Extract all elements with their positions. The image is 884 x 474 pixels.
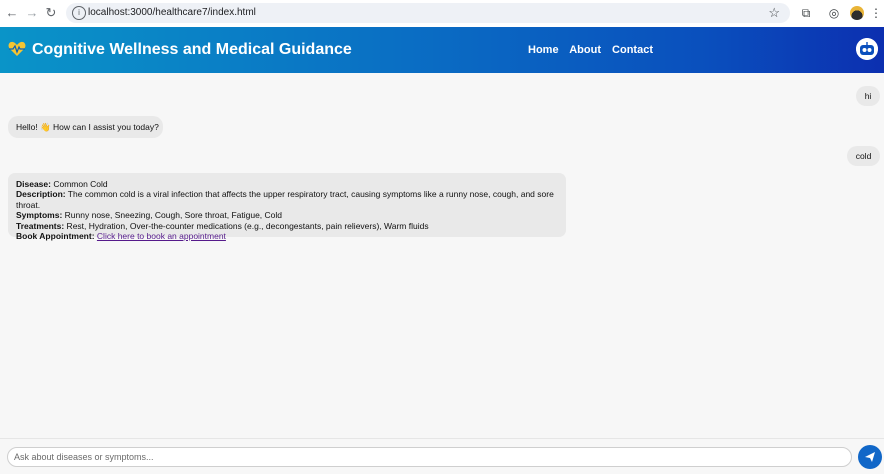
extension-icon[interactable]: ◎ — [826, 5, 842, 21]
browser-toolbar: ← → ↻ i localhost:3000/healthcare7/index… — [0, 0, 884, 28]
disease-label: Disease: — [16, 179, 51, 189]
address-url[interactable]: localhost:3000/healthcare7/index.html — [88, 7, 256, 18]
reload-icon[interactable]: ↻ — [43, 5, 59, 21]
app-title: Cognitive Wellness and Medical Guidance — [32, 41, 352, 58]
book-appointment-link[interactable]: Click here to book an appointment — [97, 231, 226, 241]
menu-kebab-icon[interactable]: ⋮ — [868, 5, 884, 21]
profile-avatar[interactable] — [850, 6, 864, 20]
bookmark-star-icon[interactable]: ☆ — [768, 5, 780, 21]
disease-line: Disease: Common Cold — [16, 179, 558, 189]
description-line: Description: The common cold is a viral … — [16, 189, 558, 210]
appointment-line: Book Appointment: Click here to book an … — [16, 231, 558, 241]
symptoms-value: Runny nose, Sneezing, Cough, Sore throat… — [62, 210, 283, 221]
chat-input[interactable] — [7, 447, 852, 467]
treatments-value: Rest, Hydration, Over-the-counter medica… — [64, 220, 429, 231]
chatbot-avatar-icon[interactable] — [856, 38, 878, 60]
send-icon — [865, 452, 875, 462]
disease-value: Common Cold — [50, 179, 108, 189]
symptoms-label: Symptoms: — [16, 210, 63, 221]
description-value: The common cold is a viral infection tha… — [16, 189, 554, 210]
nav-home[interactable]: Home — [528, 44, 559, 56]
extensions-icon[interactable]: ⧉ — [798, 5, 814, 21]
bot-greeting-message: Hello! 👋 How can I assist you today? — [8, 116, 163, 138]
address-bar[interactable]: i localhost:3000/healthcare7/index.html … — [66, 3, 790, 23]
forward-arrow-icon[interactable]: → — [24, 5, 40, 21]
bot-disease-info-card: Disease: Common Cold Description: The co… — [8, 173, 566, 241]
appointment-label: Book Appointment: — [16, 231, 95, 242]
back-arrow-icon[interactable]: ← — [4, 5, 20, 21]
treatments-label: Treatments: — [16, 220, 65, 231]
description-label: Description: — [16, 189, 66, 200]
user-message: cold — [847, 146, 880, 166]
site-info-icon[interactable]: i — [72, 6, 86, 20]
heart-pulse-icon — [8, 41, 26, 56]
app-header: Cognitive Wellness and Medical Guidance … — [0, 27, 884, 73]
treatments-line: Treatments: Rest, Hydration, Over-the-co… — [16, 221, 558, 231]
nav-about[interactable]: About — [569, 44, 601, 56]
user-message: hi — [856, 86, 880, 106]
send-button[interactable] — [858, 445, 882, 469]
symptoms-line: Symptoms: Runny nose, Sneezing, Cough, S… — [16, 210, 558, 220]
nav-contact[interactable]: Contact — [612, 44, 653, 56]
top-nav: Home About Contact — [528, 44, 661, 56]
